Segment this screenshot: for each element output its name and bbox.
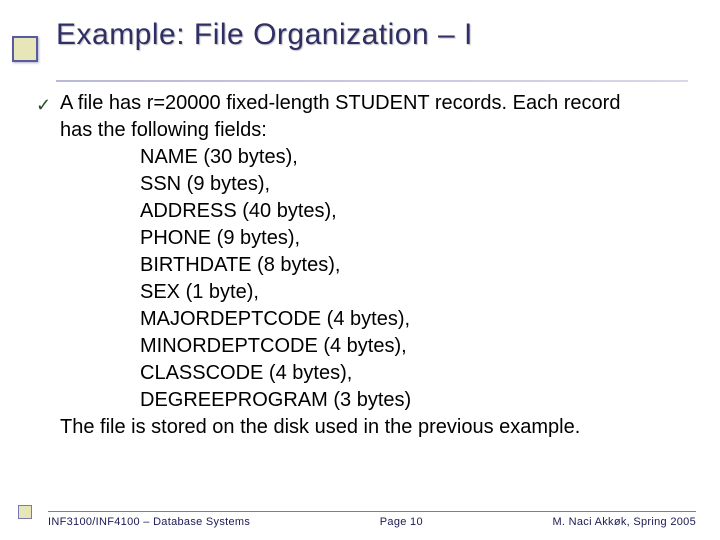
field-line: DEGREEPROGRAM (3 bytes)	[60, 387, 700, 414]
lead-line-a: A file has r=20000 fixed-length STUDENT …	[60, 90, 700, 117]
footer-right: M. Naci Akkøk, Spring 2005	[552, 516, 696, 528]
field-line: PHONE (9 bytes),	[60, 225, 700, 252]
bullet-item: ✓ A file has r=20000 fixed-length STUDEN…	[36, 90, 700, 441]
field-line: MINORDEPTCODE (4 bytes),	[60, 333, 700, 360]
field-line: CLASSCODE (4 bytes),	[60, 360, 700, 387]
bullet-text: A file has r=20000 fixed-length STUDENT …	[60, 90, 700, 441]
left-ornament	[0, 0, 40, 540]
field-line: ADDRESS (40 bytes),	[60, 198, 700, 225]
field-line: BIRTHDATE (8 bytes),	[60, 252, 700, 279]
slide-title: Example: File Organization – I	[56, 18, 700, 52]
title-underline	[56, 80, 688, 82]
field-line: NAME (30 bytes),	[60, 144, 700, 171]
slide-body: ✓ A file has r=20000 fixed-length STUDEN…	[36, 90, 700, 441]
footer: INF3100/INF4100 – Database Systems Page …	[48, 516, 696, 528]
tail-line: The file is stored on the disk used in t…	[60, 414, 700, 441]
footer-center: Page 10	[380, 516, 423, 528]
check-icon: ✓	[36, 90, 60, 117]
ornament-small-square-icon	[18, 505, 32, 519]
field-line: MAJORDEPTCODE (4 bytes),	[60, 306, 700, 333]
footer-divider	[48, 511, 696, 512]
lead-line-b: has the following fields:	[60, 117, 700, 144]
title-area: Example: File Organization – I	[56, 18, 700, 52]
field-line: SSN (9 bytes),	[60, 171, 700, 198]
slide: Example: File Organization – I ✓ A file …	[0, 0, 720, 540]
field-line: SEX (1 byte),	[60, 279, 700, 306]
footer-left: INF3100/INF4100 – Database Systems	[48, 516, 250, 528]
ornament-square-icon	[12, 36, 38, 62]
